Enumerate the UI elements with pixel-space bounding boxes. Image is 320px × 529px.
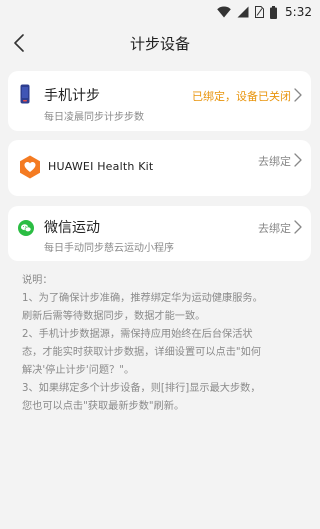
page-title: 计步设备 (129, 34, 190, 53)
status-time: 5:32 (285, 5, 312, 19)
nav-bar: 计步设备 (0, 24, 320, 62)
instructions-line: 解决'停止计步'问题？"。 (22, 365, 135, 376)
instructions: 说明： 1、为了确保计步准确，推荐绑定华为运动健康服务。 刷新后需等待数据同步，… (22, 272, 302, 416)
instructions-line: 刷新后需等待数据同步，数据才能一致。 (22, 311, 206, 322)
device-card-phone[interactable]: 手机计步 每日凌晨同步计步步数 已绑定，设备已关闭 (8, 71, 311, 131)
instructions-line: 1、为了确保计步准确，推荐绑定华为运动健康服务。 (22, 293, 263, 304)
phone-icon (20, 84, 30, 104)
device-title: 微信运动 (44, 220, 100, 236)
device-card-wechat[interactable]: 微信运动 每日手动同步慈云运动小程序 去绑定 (8, 206, 311, 261)
device-title: 手机计步 (44, 88, 100, 104)
device-status: 去绑定 (258, 222, 291, 235)
wechat-icon (18, 220, 34, 236)
battery-icon (270, 5, 278, 19)
chevron-right-icon (294, 153, 302, 167)
instructions-line: 态，才能实时获取计步数据，详细设置可以点击"如何 (22, 347, 261, 358)
instructions-line: 2、手机计步数据源，需保持应用始终在后台保活状 (22, 329, 253, 340)
device-subtitle: 每日凌晨同步计步步数 (44, 112, 144, 123)
chevron-right-icon (294, 220, 302, 234)
sim-icon (255, 6, 265, 18)
device-card-huawei[interactable]: HUAWEI Health Kit 去绑定 (8, 140, 311, 196)
device-status: 去绑定 (258, 155, 291, 168)
device-status: 已绑定，设备已关闭 (192, 90, 291, 103)
back-arrow-icon (14, 34, 24, 52)
instructions-line: 您也可以点击"获取最新步数"刷新。 (22, 401, 185, 412)
back-button[interactable] (6, 30, 32, 56)
device-title: HUAWEI Health Kit (48, 160, 154, 173)
status-bar: 5:32 (0, 0, 320, 24)
huawei-health-icon (20, 155, 40, 179)
instructions-heading: 说明： (22, 275, 53, 286)
signal-icon (237, 6, 249, 18)
chevron-right-icon (294, 88, 302, 102)
wifi-icon (217, 6, 231, 18)
device-subtitle: 每日手动同步慈云运动小程序 (44, 243, 174, 254)
instructions-line: 3、如果绑定多个计步设备，则[排行]显示最大步数， (22, 383, 261, 394)
